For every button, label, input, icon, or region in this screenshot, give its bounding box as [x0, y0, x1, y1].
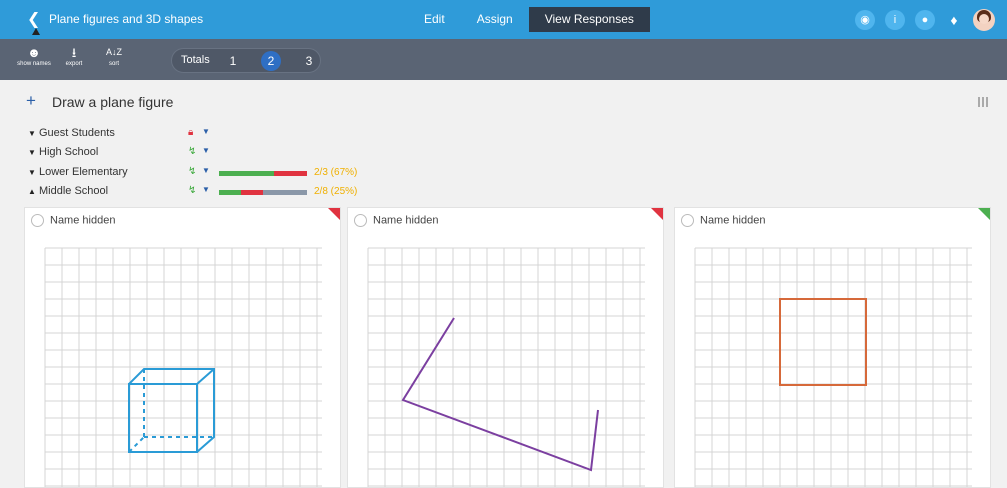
drawing-canvas	[44, 247, 322, 487]
lesson-title: Plane figures and 3D shapes	[49, 12, 204, 26]
progress-summary: 2/8 (25%)	[314, 186, 358, 197]
avatar[interactable]	[973, 9, 995, 31]
cube-hidden-edge	[128, 436, 145, 453]
totals-option-3[interactable]: 3	[299, 51, 319, 71]
question-text: Draw a plane figure	[52, 94, 174, 110]
mouse-cursor-icon	[32, 28, 40, 35]
lightning-icon[interactable]: ↯	[188, 166, 196, 177]
totals-label: Totals	[181, 54, 210, 66]
chevron-down-icon[interactable]: ▼	[28, 148, 37, 157]
totals-option-2[interactable]: 2	[261, 51, 281, 71]
lock-icon[interactable]: 🔒︎	[188, 127, 193, 138]
square-drawing	[779, 298, 867, 386]
drawing-canvas	[694, 247, 972, 487]
show-names-label: show names	[17, 61, 51, 67]
chevron-down-icon[interactable]: ▼	[28, 168, 37, 177]
tab-edit[interactable]: Edit	[408, 7, 461, 32]
back-arrow-icon[interactable]: ❮	[27, 9, 40, 29]
cube-drawing	[128, 368, 215, 453]
response-card[interactable]: Name hidden	[347, 207, 664, 488]
sort-label: sort	[108, 61, 119, 67]
lightning-icon[interactable]: ↯	[188, 185, 196, 196]
progress-bar	[219, 171, 307, 176]
group-row-high-school[interactable]: ▼ High School ↯ ▼	[28, 146, 328, 162]
group-name: Middle School	[39, 185, 109, 197]
lightning-icon[interactable]: ↯	[188, 146, 196, 157]
face-icon: ☻	[27, 45, 41, 60]
progress-complete	[219, 190, 241, 195]
cube-edge	[196, 368, 215, 385]
drawing-canvas	[367, 247, 645, 487]
chevron-up-icon[interactable]: ▲	[28, 187, 37, 196]
group-name: High School	[39, 146, 99, 158]
caret-down-icon[interactable]: ▼	[202, 127, 210, 136]
caret-down-icon[interactable]: ▼	[202, 185, 210, 194]
responses-toolbar: ☻ show names ⭳ export A↓Z sort	[0, 39, 1007, 80]
bell-icon[interactable]: ♦	[945, 10, 963, 30]
export-label: export	[65, 61, 83, 67]
group-row-guest-students[interactable]: ▼ Guest Students 🔒︎ ▼	[28, 127, 328, 143]
header-actions: ◉ i ● ♦	[855, 9, 995, 31]
caret-down-icon[interactable]: ▼	[202, 166, 210, 175]
sort-button[interactable]: A↓Z sort	[96, 44, 132, 67]
progress-bar	[219, 190, 307, 195]
chevron-down-icon[interactable]: ▼	[28, 129, 37, 138]
group-row-lower-elementary[interactable]: ▼ Lower Elementary ↯ ▼ 2/3 (67%)	[28, 166, 388, 182]
tab-assign[interactable]: Assign	[461, 7, 529, 32]
header-tabs: Edit Assign View Responses	[408, 7, 650, 32]
totals-option-1[interactable]: 1	[223, 51, 243, 71]
tab-view-responses[interactable]: View Responses	[528, 7, 650, 32]
polyline-drawing	[401, 317, 599, 472]
progress-summary: 2/3 (67%)	[314, 167, 358, 178]
group-name: Guest Students	[39, 127, 115, 139]
progress-incorrect	[273, 171, 307, 176]
grid	[367, 247, 645, 487]
add-icon[interactable]: +	[26, 91, 36, 111]
response-card[interactable]: Name hidden	[24, 207, 341, 488]
download-icon: ⭳	[71, 45, 77, 60]
sort-az-icon: A↓Z	[105, 47, 122, 57]
group-name: Lower Elementary	[39, 166, 128, 178]
group-row-middle-school[interactable]: ▲ Middle School ↯ ▼ 2/8 (25%)	[28, 185, 388, 201]
totals-selector: Totals 1 2 3	[171, 48, 321, 73]
eye-icon[interactable]: ◉	[855, 10, 875, 30]
response-card[interactable]: Name hidden	[674, 207, 991, 488]
export-button[interactable]: ⭳ export	[56, 44, 92, 67]
chat-icon[interactable]: ●	[915, 10, 935, 30]
grid	[694, 247, 972, 487]
info-icon[interactable]: i	[885, 10, 905, 30]
progress-incorrect	[241, 190, 263, 195]
grid-view-icon[interactable]	[978, 97, 990, 107]
progress-complete	[219, 171, 274, 176]
show-names-button[interactable]: ☻ show names	[16, 44, 52, 67]
caret-down-icon[interactable]: ▼	[202, 146, 210, 155]
progress-remaining	[263, 190, 307, 195]
app-header: ❮ Plane figures and 3D shapes Edit Assig…	[0, 0, 1007, 39]
